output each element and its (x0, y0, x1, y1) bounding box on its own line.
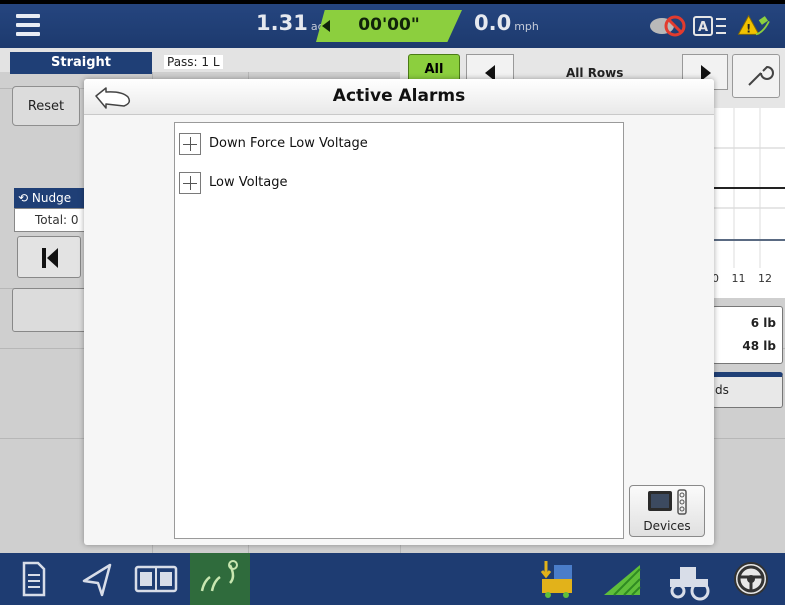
nudge-tab[interactable]: ⟲ Nudge (14, 188, 94, 208)
seeds-box[interactable]: ds (712, 372, 783, 408)
alarm-label: Down Force Low Voltage (209, 136, 368, 151)
speed-readout[interactable]: 0.0 mph (474, 11, 539, 35)
split-screen-button[interactable] (130, 553, 182, 605)
alarm-label: Low Voltage (209, 175, 288, 190)
svg-text:A: A (698, 20, 708, 35)
gps-warning-icon[interactable]: ! (736, 14, 776, 38)
settings-button[interactable] (732, 54, 780, 98)
rows-label: All Rows (566, 66, 624, 80)
timer-badge[interactable]: 00'00" (316, 10, 462, 42)
wrench-left-button[interactable] (12, 288, 92, 332)
bottom-toolbar (0, 553, 785, 605)
timer-value: 00'00" (358, 15, 420, 35)
tractor-button[interactable] (660, 553, 716, 605)
wireless-off-icon[interactable] (648, 14, 688, 38)
speed-value: 0.0 (474, 11, 512, 35)
planting-button[interactable] (190, 553, 250, 605)
svg-text:!: ! (746, 22, 751, 35)
dialog-header: Active Alarms (84, 79, 714, 115)
pass-label: Pass: 1 L (164, 55, 223, 69)
wrench-icon (748, 65, 774, 86)
status-icons: A ! (648, 12, 780, 40)
reset-button[interactable]: Reset (12, 86, 80, 126)
top-status-bar: 1.31 ac 00'00" 0.0 mph A ! (0, 4, 785, 48)
planting-icon (200, 560, 238, 592)
row-chart (712, 108, 785, 298)
devices-button[interactable]: Devices (629, 485, 705, 537)
skip-back-icon (42, 248, 58, 268)
expand-icon[interactable] (179, 172, 201, 194)
alert-device-icon[interactable]: A (692, 14, 730, 38)
document-icon (22, 561, 46, 597)
tractor-icon (670, 567, 710, 601)
devices-icon (648, 489, 687, 515)
steering-button[interactable] (726, 553, 776, 605)
weight-value-2: 48 lb (742, 339, 776, 353)
back-arrow-icon (95, 87, 131, 109)
expand-icon[interactable] (179, 133, 201, 155)
nudge-left-button[interactable] (17, 236, 81, 278)
weight-value-1: 6 lb (750, 316, 776, 330)
active-alarms-dialog: Active Alarms Down Force Low Voltage Low… (84, 79, 714, 545)
row-chart-graph (712, 108, 785, 268)
chart-axis-ticks: 0 11 12 (712, 272, 772, 285)
nudge-total: Total: 0 (14, 208, 94, 232)
area-value: 1.31 (256, 11, 308, 35)
timer-arrow-icon (322, 20, 330, 32)
dialog-title: Active Alarms (332, 86, 466, 106)
back-button[interactable] (92, 83, 138, 111)
alarm-list[interactable]: Down Force Low Voltage Low Voltage (174, 122, 624, 539)
field-button[interactable] (596, 553, 648, 605)
hamburger-menu-icon[interactable] (10, 12, 46, 40)
split-screen-icon (134, 565, 178, 593)
navigation-icon (82, 563, 112, 597)
seed-drop-button[interactable] (532, 553, 582, 605)
devices-label: Devices (643, 519, 691, 533)
field-icon (604, 565, 641, 596)
sync-icon: ⟲ (18, 191, 32, 205)
navigation-button[interactable] (70, 553, 124, 605)
nudge-label: Nudge (31, 191, 72, 205)
speed-unit: mph (514, 20, 539, 33)
steering-wheel-icon (734, 562, 768, 596)
weight-box: 6 lb 48 lb (712, 306, 783, 364)
area-readout[interactable]: 1.31 ac (256, 11, 324, 35)
seed-drop-icon (540, 561, 572, 598)
guidance-pattern-tab[interactable]: Straight (10, 52, 152, 74)
document-button[interactable] (10, 553, 58, 605)
